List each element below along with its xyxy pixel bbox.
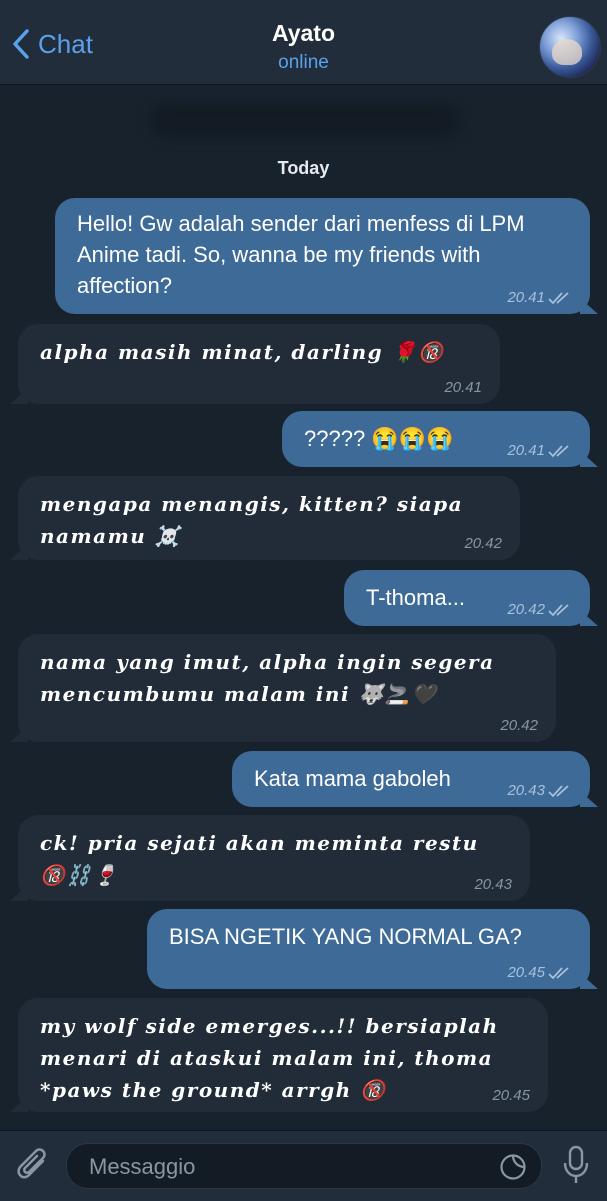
redacted-pinned-bar bbox=[150, 104, 460, 138]
sticker-button[interactable] bbox=[499, 1153, 527, 1186]
message-meta: 20.41 bbox=[444, 379, 482, 396]
message-text: mengapa menangis, kitten? siapa namamu ☠… bbox=[40, 492, 464, 548]
message-incoming[interactable]: my wolf side emerges...!! bersiaplah men… bbox=[10, 998, 548, 1112]
message-time: 20.45 bbox=[492, 1087, 530, 1104]
message-outgoing[interactable]: BISA NGETIK YANG NORMAL GA? 20.45 bbox=[147, 909, 598, 989]
message-outgoing[interactable]: Hello! Gw adalah sender dari menfess di … bbox=[55, 198, 598, 314]
message-composer bbox=[0, 1130, 607, 1201]
attach-button[interactable] bbox=[16, 1147, 52, 1192]
message-meta: 20.45 bbox=[507, 964, 572, 981]
message-time: 20.42 bbox=[507, 601, 545, 618]
message-text: Kata mama gaboleh bbox=[254, 766, 451, 791]
message-text: ck! pria sejati akan meminta restu 🔞⛓️🍷 bbox=[40, 831, 479, 887]
microphone-icon bbox=[563, 1145, 589, 1183]
double-check-icon bbox=[548, 603, 569, 616]
message-time: 20.41 bbox=[507, 289, 545, 306]
double-check-icon bbox=[548, 966, 569, 979]
message-outgoing[interactable]: ????? 😭😭😭 20.41 bbox=[282, 411, 598, 467]
double-check-icon bbox=[548, 784, 569, 797]
message-time: 20.41 bbox=[507, 442, 545, 459]
paperclip-icon bbox=[17, 1148, 46, 1179]
voice-message-button[interactable] bbox=[563, 1145, 589, 1190]
message-outgoing[interactable]: Kata mama gaboleh 20.43 bbox=[232, 751, 598, 807]
message-text: T-thoma... bbox=[366, 585, 466, 610]
message-text: alpha masih minat, darling 🌹🔞 bbox=[40, 340, 445, 364]
chat-header: Chat Ayato online bbox=[0, 0, 607, 85]
message-input-box[interactable] bbox=[66, 1143, 542, 1189]
message-time: 20.42 bbox=[464, 535, 502, 552]
message-input[interactable] bbox=[87, 1150, 471, 1184]
message-time: 20.41 bbox=[444, 379, 482, 396]
contact-name[interactable]: Ayato bbox=[0, 20, 607, 47]
message-incoming[interactable]: alpha masih minat, darling 🌹🔞 20.41 bbox=[10, 324, 500, 404]
message-incoming[interactable]: ck! pria sejati akan meminta restu 🔞⛓️🍷 … bbox=[10, 815, 530, 901]
message-text: Hello! Gw adalah sender dari menfess di … bbox=[77, 211, 525, 298]
date-separator: Today bbox=[277, 158, 330, 178]
message-meta: 20.41 bbox=[507, 289, 572, 306]
message-time: 20.45 bbox=[507, 964, 545, 981]
message-meta: 20.43 bbox=[474, 876, 512, 893]
double-check-icon bbox=[548, 291, 569, 304]
message-text: ????? 😭😭😭 bbox=[304, 426, 454, 451]
contact-status: online bbox=[278, 52, 329, 73]
message-time: 20.43 bbox=[474, 876, 512, 893]
contact-avatar[interactable] bbox=[539, 16, 601, 78]
message-time: 20.43 bbox=[507, 782, 545, 799]
message-meta: 20.42 bbox=[464, 535, 502, 552]
message-outgoing[interactable]: T-thoma... 20.42 bbox=[344, 570, 598, 626]
message-text: my wolf side emerges...!! bersiaplah men… bbox=[40, 1014, 499, 1102]
message-meta: 20.42 bbox=[507, 601, 572, 618]
message-text: nama yang imut, alpha ingin segera mencu… bbox=[40, 650, 495, 706]
sticker-icon bbox=[500, 1154, 526, 1180]
message-meta: 20.45 bbox=[492, 1087, 530, 1104]
message-meta: 20.41 bbox=[507, 442, 572, 459]
double-check-icon bbox=[548, 444, 569, 457]
message-incoming[interactable]: mengapa menangis, kitten? siapa namamu ☠… bbox=[10, 476, 520, 560]
message-meta: 20.43 bbox=[507, 782, 572, 799]
message-time: 20.42 bbox=[500, 717, 538, 734]
message-meta: 20.42 bbox=[500, 717, 538, 734]
message-incoming[interactable]: nama yang imut, alpha ingin segera mencu… bbox=[10, 634, 556, 742]
message-text: BISA NGETIK YANG NORMAL GA? bbox=[169, 924, 522, 949]
